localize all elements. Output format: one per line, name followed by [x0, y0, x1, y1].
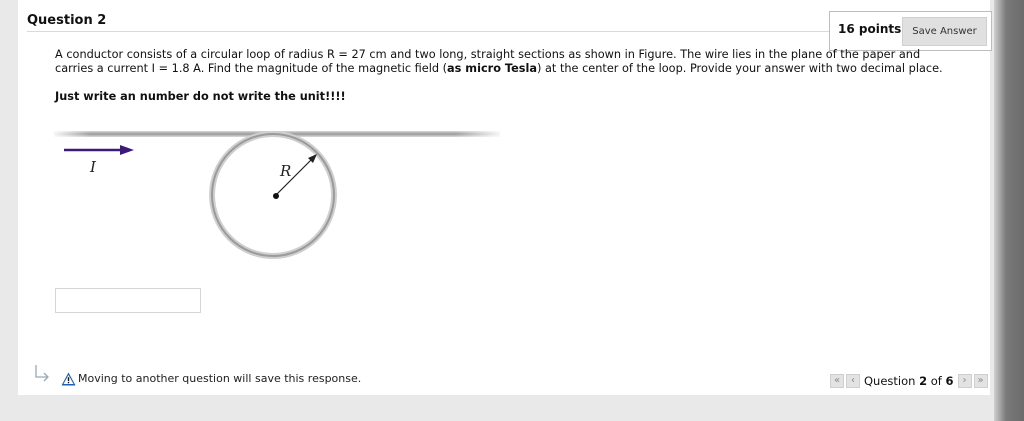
circular-loop-core	[211, 133, 335, 257]
window-edge	[994, 0, 1024, 421]
warning-icon	[61, 372, 76, 386]
question-current-number: 2	[919, 374, 928, 388]
points-label: 16 points	[838, 22, 902, 36]
first-question-button[interactable]: «	[830, 374, 844, 388]
question-text-part2: ) at the center of the loop. Provide you…	[537, 62, 943, 75]
answer-instruction: Just write an number do not write the un…	[55, 90, 346, 103]
question-position-prefix: Question	[864, 374, 916, 388]
question-title: Question 2	[27, 13, 107, 28]
question-position-of: of	[930, 374, 942, 388]
loop-figure: I R	[54, 130, 500, 259]
last-question-button[interactable]: »	[973, 374, 988, 388]
question-text-bold: as micro Tesla	[447, 62, 538, 75]
answer-input[interactable]	[55, 288, 201, 313]
current-arrow-head	[120, 145, 134, 155]
next-question-button[interactable]: ›	[957, 374, 972, 388]
radius-label: R	[279, 162, 291, 180]
question-text: A conductor consists of a circular loop …	[55, 48, 955, 76]
save-answer-button[interactable]: Save Answer	[902, 17, 987, 46]
loop-center-dot	[273, 193, 279, 199]
question-total-number: 6	[945, 374, 954, 388]
return-arrow-icon	[35, 365, 49, 382]
save-warning-text: Moving to another question will save thi…	[78, 372, 362, 385]
question-navigation: « ‹ Question 2 of 6 › »	[830, 373, 990, 389]
question-position: Question 2 of 6	[864, 374, 954, 388]
current-label: I	[89, 158, 97, 176]
title-divider	[27, 31, 833, 32]
previous-question-button[interactable]: ‹	[846, 374, 860, 388]
